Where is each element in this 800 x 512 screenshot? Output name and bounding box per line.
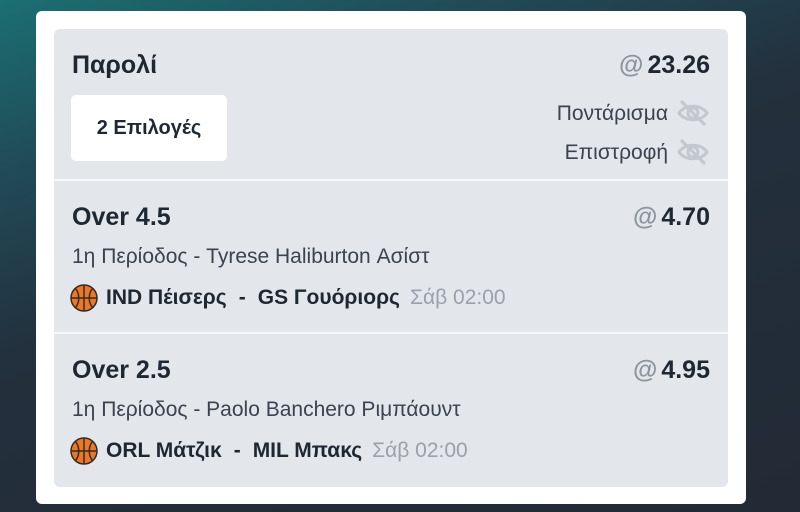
stake-label: Ποντάρισμα	[556, 102, 668, 125]
bet-description: 1η Περίοδος - Paolo Banchero Ριμπάουντ	[72, 398, 461, 421]
selections-button[interactable]: 2 Επιλογές	[71, 95, 227, 161]
betslip-card: Παρολί @23.26 2 Επιλογές Ποντάρισμα Επισ…	[36, 11, 746, 504]
odds-at-symbol: @	[632, 203, 658, 231]
bet-selection[interactable]: Over 4.5 @4.70 1η Περίοδος - Tyrese Hali…	[54, 181, 728, 332]
team-separator: -	[238, 286, 246, 309]
odds-at-symbol: @	[632, 356, 658, 384]
bet-odds-value: 4.95	[661, 356, 710, 384]
bet-odds: @4.95	[633, 356, 710, 385]
basketball-icon	[70, 284, 98, 312]
return-label: Επιστροφή	[564, 141, 668, 164]
away-team: GS Γουόριορς	[257, 286, 400, 309]
betslip-panel: Παρολί @23.26 2 Επιλογές Ποντάρισμα Επισ…	[54, 29, 728, 487]
match-time: Σάβ 02:00	[372, 439, 468, 462]
match-info: IND Πέισερς - GS Γουόριορς Σάβ 02:00	[70, 283, 506, 313]
parlay-odds: @23.26	[619, 51, 710, 80]
home-team: ORL Μάτζικ	[106, 439, 222, 462]
odds-at-symbol: @	[619, 51, 644, 79]
away-team: MIL Μπακς	[252, 439, 363, 462]
parlay-title: Παρολί	[72, 51, 158, 79]
bet-selection[interactable]: Over 2.5 @4.95 1η Περίοδος - Paolo Banch…	[54, 334, 728, 487]
home-team: IND Πέισερς	[106, 286, 227, 309]
basketball-icon	[70, 437, 98, 465]
bet-odds: @4.70	[633, 203, 710, 232]
bet-title: Over 2.5	[72, 356, 171, 384]
bet-odds-value: 4.70	[661, 203, 710, 231]
match-time: Σάβ 02:00	[409, 286, 506, 309]
parlay-odds-value: 23.26	[647, 51, 710, 79]
team-separator: -	[233, 439, 241, 462]
bet-description: 1η Περίοδος - Tyrese Haliburton Ασίστ	[72, 245, 430, 268]
match-info: ORL Μάτζικ - MIL Μπακς Σάβ 02:00	[70, 436, 468, 466]
eye-slash-icon[interactable]	[676, 99, 710, 127]
parlay-summary: Παρολί @23.26 2 Επιλογές Ποντάρισμα Επισ…	[54, 29, 728, 179]
bet-title: Over 4.5	[72, 203, 171, 231]
eye-slash-icon[interactable]	[676, 138, 710, 166]
